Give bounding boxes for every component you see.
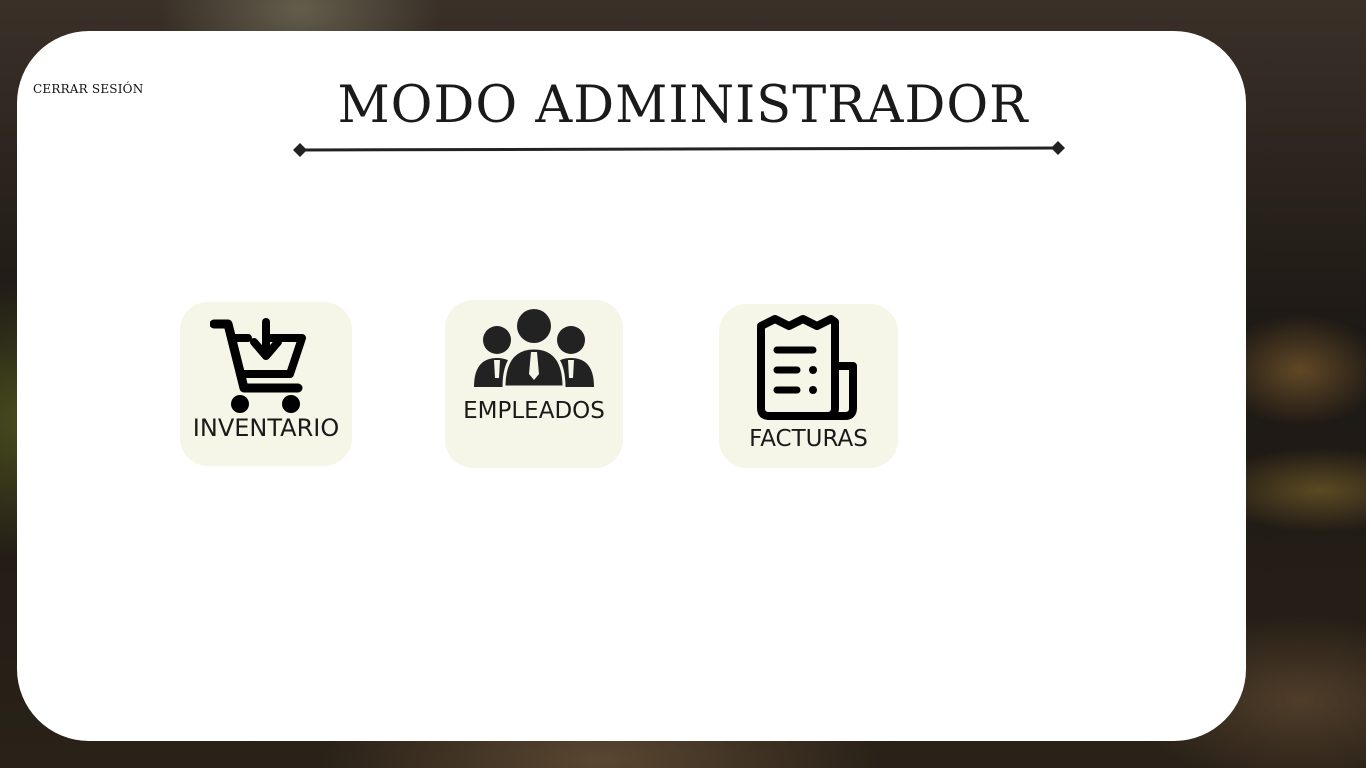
inventory-button[interactable]: INVENTARIO [180,302,352,466]
employees-label: EMPLEADOS [463,398,605,424]
employees-group-icon [474,309,594,389]
invoices-label: FACTURAS [749,426,868,452]
receipt-icon [757,315,857,420]
logout-button[interactable]: CERRAR SESIÓN [33,82,143,96]
cart-download-icon [210,318,306,413]
employees-button[interactable]: EMPLEADOS [445,300,623,468]
page-title: MODO ADMINISTRADOR [337,76,1029,135]
inventory-label: INVENTARIO [192,414,340,442]
title-underline [293,141,1065,157]
invoices-button[interactable]: FACTURAS [719,304,898,468]
